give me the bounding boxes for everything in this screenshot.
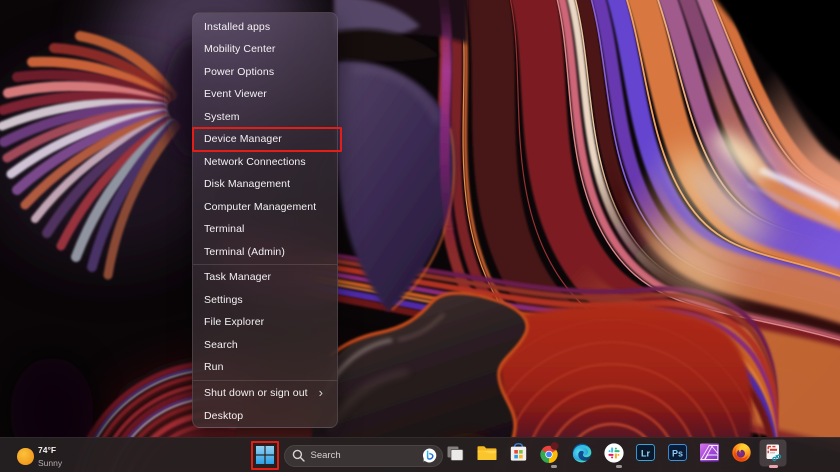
svg-text:Ps: Ps: [672, 448, 683, 458]
svg-text:Lr: Lr: [641, 448, 650, 458]
